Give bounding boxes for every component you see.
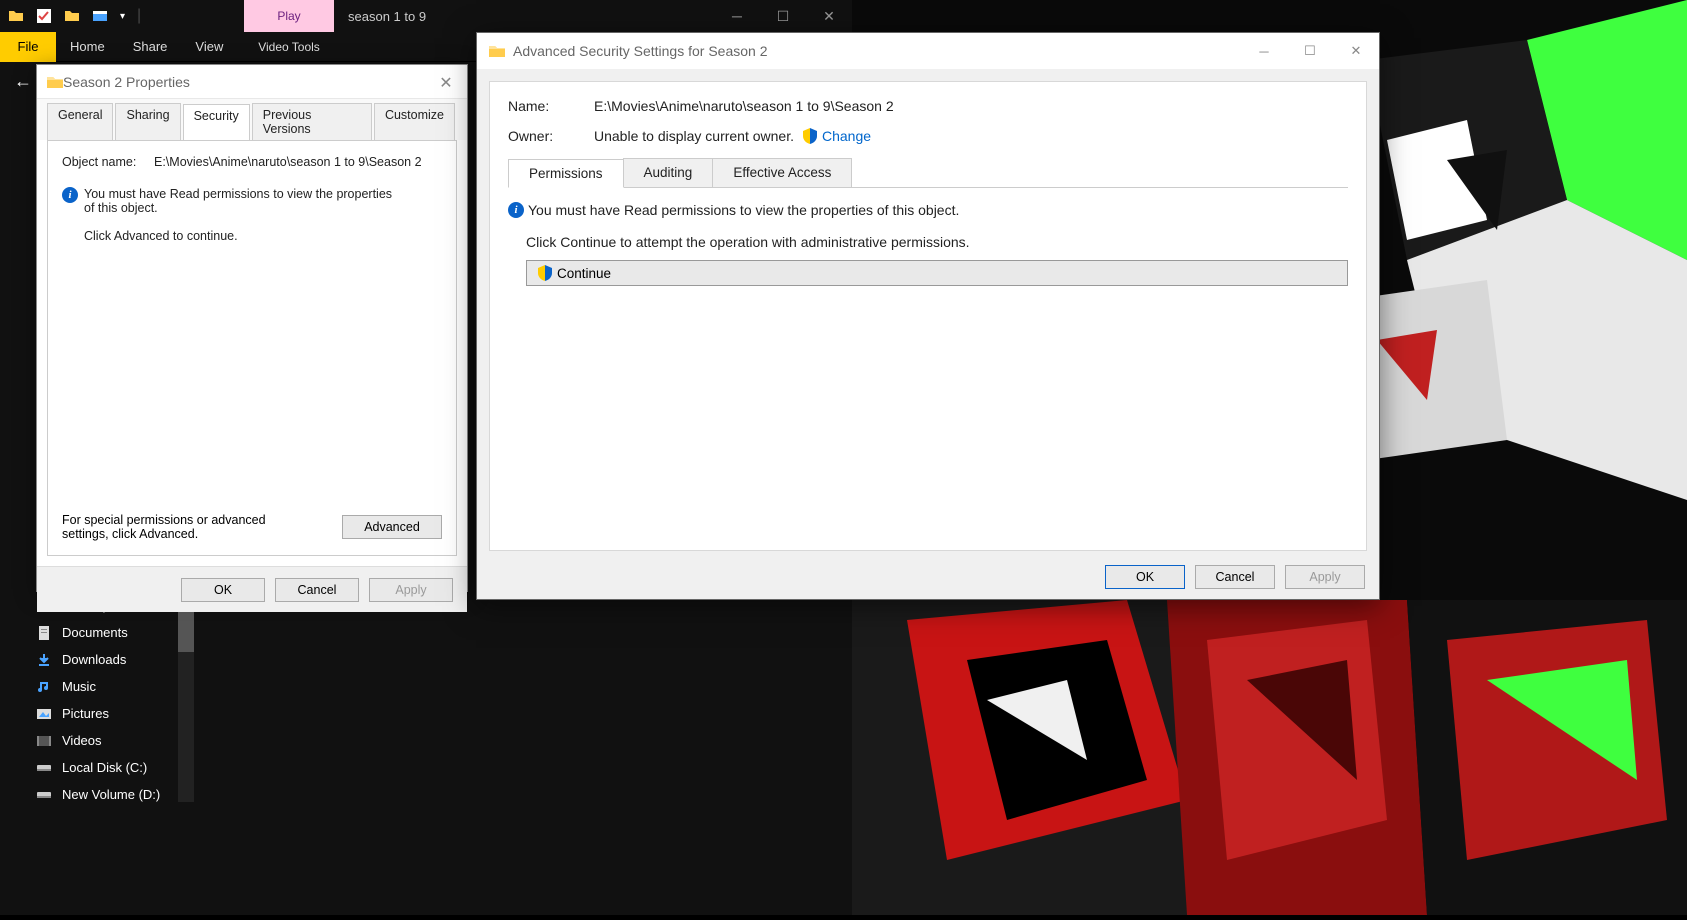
nav-sidebar: Desktop Documents Downloads Music Pictur… (0, 592, 190, 808)
sidebar-label: New Volume (D:) (62, 787, 160, 802)
sidebar-item-new-volume-d[interactable]: New Volume (D:) (0, 781, 190, 808)
object-name-label: Object name: (62, 155, 154, 169)
owner-label: Owner: (508, 128, 594, 144)
tab-auditing[interactable]: Auditing (623, 158, 714, 187)
explorer-titlebar: ▾ | Play season 1 to 9 ─ ☐ ✕ (0, 0, 852, 32)
maximize-button[interactable]: ☐ (760, 0, 806, 32)
name-label: Name: (508, 98, 594, 114)
close-button[interactable]: ✕ (1333, 33, 1379, 69)
security-tabs: Permissions Auditing Effective Access (508, 158, 1348, 188)
sidebar-label: Documents (62, 625, 128, 640)
ok-button[interactable]: OK (181, 578, 265, 602)
music-icon (36, 679, 52, 695)
cancel-button[interactable]: Cancel (275, 578, 359, 602)
security-panel: Object name: E:\Movies\Anime\naruto\seas… (47, 140, 457, 556)
sidebar-item-music[interactable]: Music (0, 673, 190, 700)
ok-button[interactable]: OK (1105, 565, 1185, 589)
sidebar-item-documents[interactable]: Documents (0, 619, 190, 646)
ribbon-tab-share[interactable]: Share (119, 32, 182, 62)
info-icon: i (62, 187, 78, 203)
owner-value: Unable to display current owner. (594, 128, 794, 144)
sidebar-label: Pictures (62, 706, 109, 721)
security-title: Advanced Security Settings for Season 2 (513, 43, 767, 59)
change-owner-link[interactable]: Change (822, 128, 871, 144)
documents-icon (36, 625, 52, 641)
dropdown-icon[interactable]: ▾ (120, 11, 125, 22)
advanced-button[interactable]: Advanced (342, 515, 442, 539)
security-info-message: You must have Read permissions to view t… (528, 202, 959, 218)
close-button[interactable]: ✕ (806, 0, 852, 32)
disk-icon (36, 760, 52, 776)
permissions-panel: i You must have Read permissions to view… (508, 188, 1348, 286)
folder-icon (64, 8, 80, 24)
tab-permissions[interactable]: Permissions (508, 159, 624, 188)
minimize-button[interactable]: ─ (714, 0, 760, 32)
maximize-button[interactable]: ☐ (1287, 33, 1333, 69)
sidebar-label: Downloads (62, 652, 126, 667)
sidebar-item-pictures[interactable]: Pictures (0, 700, 190, 727)
tab-security[interactable]: Security (183, 104, 250, 141)
tab-general[interactable]: General (47, 103, 113, 140)
sidebar-label: Local Disk (C:) (62, 760, 147, 775)
tab-effective-access[interactable]: Effective Access (712, 158, 852, 187)
shield-icon (802, 128, 818, 144)
play-context-tab[interactable]: Play (244, 0, 334, 32)
file-tab[interactable]: File (0, 32, 56, 62)
properties-tabs: General Sharing Security Previous Versio… (37, 99, 467, 140)
object-name-value: E:\Movies\Anime\naruto\season 1 to 9\Sea… (154, 155, 422, 169)
videos-icon (36, 733, 52, 749)
properties-icon (92, 8, 108, 24)
folder-icon (489, 44, 505, 58)
properties-dialog: Season 2 Properties ✕ General Sharing Se… (36, 64, 468, 592)
cancel-button[interactable]: Cancel (1195, 565, 1275, 589)
folder-icon (8, 8, 24, 24)
downloads-icon (36, 652, 52, 668)
sidebar-label: Videos (62, 733, 102, 748)
properties-titlebar[interactable]: Season 2 Properties ✕ (37, 65, 467, 99)
sidebar-item-local-disk-c[interactable]: Local Disk (C:) (0, 754, 190, 781)
pictures-icon (36, 706, 52, 722)
security-body: Name: E:\Movies\Anime\naruto\season 1 to… (489, 81, 1367, 551)
continue-message: Click Continue to attempt the operation … (526, 234, 1348, 250)
apply-button[interactable]: Apply (1285, 565, 1365, 589)
properties-title: Season 2 Properties (63, 74, 190, 90)
video-tools-tab[interactable]: Video Tools (244, 32, 334, 62)
tab-customize[interactable]: Customize (374, 103, 455, 140)
window-title: season 1 to 9 (348, 0, 426, 32)
minimize-button[interactable]: ─ (1241, 33, 1287, 69)
back-arrow-icon[interactable]: ← (8, 71, 38, 92)
security-button-row: OK Cancel Apply (1105, 565, 1365, 589)
apply-button[interactable]: Apply (369, 578, 453, 602)
sidebar-item-downloads[interactable]: Downloads (0, 646, 190, 673)
tab-previous-versions[interactable]: Previous Versions (252, 103, 372, 140)
name-value: E:\Movies\Anime\naruto\season 1 to 9\Sea… (594, 98, 894, 114)
security-titlebar[interactable]: Advanced Security Settings for Season 2 … (477, 33, 1379, 69)
continue-label: Continue (557, 266, 611, 281)
tab-sharing[interactable]: Sharing (115, 103, 180, 140)
ribbon-tab-view[interactable]: View (181, 32, 237, 62)
continue-button[interactable]: Continue (526, 260, 1348, 286)
info-icon: i (508, 202, 524, 218)
shield-icon (537, 265, 553, 281)
info-message-1: You must have Read permissions to view t… (84, 187, 404, 215)
advanced-security-dialog: Advanced Security Settings for Season 2 … (476, 32, 1380, 600)
properties-button-row: OK Cancel Apply (37, 566, 467, 612)
checklist-icon (36, 8, 52, 24)
sidebar-item-videos[interactable]: Videos (0, 727, 190, 754)
folder-icon (47, 75, 63, 89)
sidebar-label: Music (62, 679, 96, 694)
advanced-hint: For special permissions or advanced sett… (62, 513, 302, 541)
info-message-2: Click Advanced to continue. (84, 229, 404, 243)
disk-icon (36, 787, 52, 803)
close-button[interactable]: ✕ (431, 71, 461, 95)
ribbon-tab-home[interactable]: Home (56, 32, 119, 62)
